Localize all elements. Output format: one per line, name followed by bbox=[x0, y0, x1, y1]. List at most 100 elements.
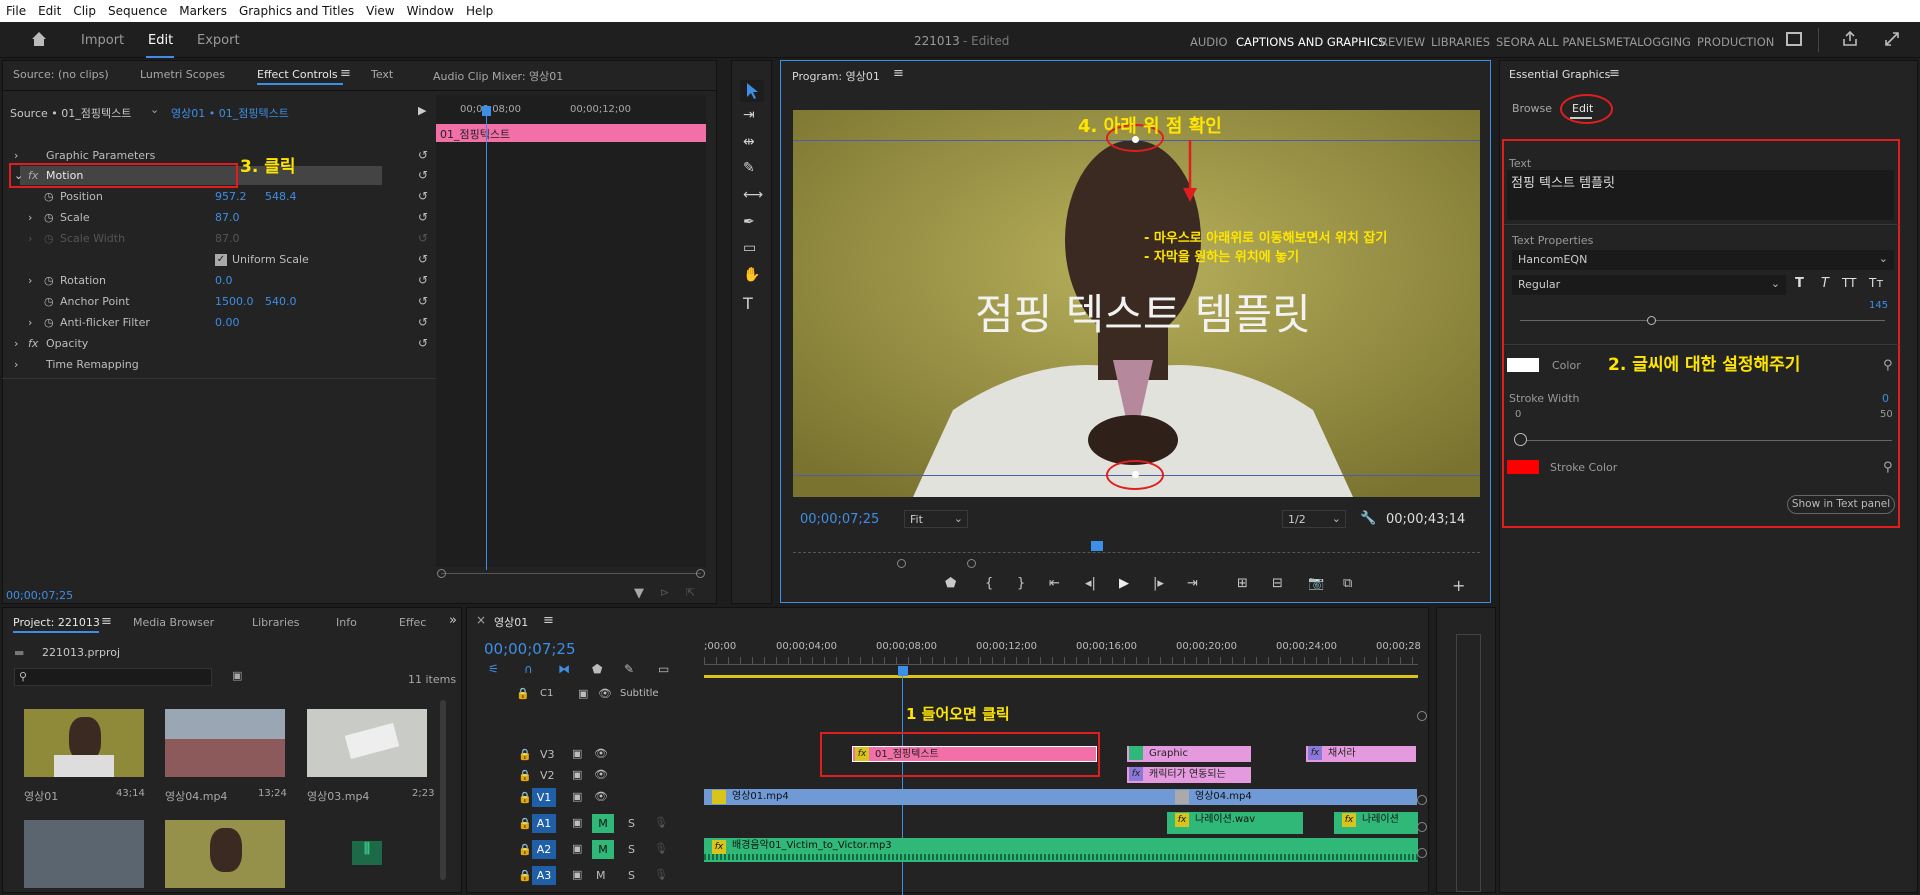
ws-audio[interactable]: AUDIO bbox=[1190, 35, 1228, 49]
allcaps-icon[interactable]: TT bbox=[1842, 276, 1856, 290]
zoom-handle[interactable] bbox=[696, 569, 705, 578]
lock-icon[interactable]: 🔒 bbox=[518, 817, 532, 830]
solo-button[interactable]: S bbox=[628, 817, 635, 830]
pen-icon[interactable]: ✒ bbox=[743, 214, 755, 230]
add-button-icon[interactable]: + bbox=[1452, 576, 1465, 595]
anchor-x[interactable]: 1500.0 bbox=[215, 295, 254, 308]
tab-browse[interactable]: Browse bbox=[1512, 102, 1552, 115]
slip-icon[interactable]: ⟷ bbox=[743, 187, 763, 203]
ec-zoom-bar[interactable] bbox=[441, 573, 701, 574]
reset-icon[interactable]: ↺ bbox=[418, 210, 428, 224]
project-search-input[interactable]: ⚲ bbox=[14, 668, 212, 686]
track-select-icon[interactable]: ⇥ bbox=[743, 107, 755, 123]
hand-icon[interactable]: ✋ bbox=[743, 267, 760, 283]
ws-seora[interactable]: SEORA bbox=[1496, 35, 1535, 49]
row-antiflicker[interactable]: › ◷ Anti-flicker Filter 0.00 ↺ bbox=[8, 313, 428, 333]
tab-media-browser[interactable]: Media Browser bbox=[133, 616, 214, 629]
program-time-ruler[interactable] bbox=[793, 552, 1480, 558]
menu-clip[interactable]: Clip bbox=[73, 4, 96, 18]
mute-button[interactable]: M bbox=[592, 814, 614, 833]
step-forward-icon[interactable]: |▸ bbox=[1153, 576, 1164, 591]
tab-edit[interactable]: Edit bbox=[148, 33, 173, 48]
clip-narration2[interactable]: fx 나레이션 bbox=[1334, 812, 1418, 834]
ec-playhead[interactable] bbox=[486, 106, 487, 570]
thumbnail[interactable] bbox=[165, 820, 285, 888]
reset-icon[interactable]: ↺ bbox=[418, 148, 428, 162]
reset-icon[interactable]: ↺ bbox=[418, 273, 428, 287]
menu-file[interactable]: File bbox=[6, 4, 26, 18]
stroke-width-slider[interactable] bbox=[1520, 440, 1892, 441]
fullscreen-icon[interactable] bbox=[1884, 31, 1900, 47]
lock-icon[interactable]: 🔒 bbox=[518, 748, 532, 761]
overlay-title-text[interactable]: 점핑 텍스트 템플릿 bbox=[975, 281, 1311, 342]
sync-lock-icon[interactable]: ▣ bbox=[578, 687, 588, 700]
lock-icon[interactable]: 🔒 bbox=[518, 769, 532, 782]
solo-button[interactable]: S bbox=[628, 843, 635, 856]
step-back-icon[interactable]: ◂| bbox=[1085, 576, 1096, 591]
lock-icon[interactable]: 🔒 bbox=[518, 791, 532, 804]
ec-playhead-handle[interactable] bbox=[482, 106, 491, 116]
row-rotation[interactable]: › ◷ Rotation 0.0 ↺ bbox=[8, 271, 428, 291]
reset-icon[interactable]: ↺ bbox=[418, 336, 428, 350]
menu-graphics[interactable]: Graphics and Titles bbox=[239, 4, 354, 18]
clip-video1[interactable]: 영상01.mp4 bbox=[704, 789, 1167, 805]
font-size-value[interactable]: 145 bbox=[1869, 300, 1888, 311]
export-icon[interactable]: ⇱ bbox=[686, 586, 695, 599]
captions-icon[interactable]: ▭ bbox=[658, 662, 669, 676]
a1-label[interactable]: A1 bbox=[532, 814, 556, 833]
sync-lock-icon[interactable]: ▣ bbox=[572, 790, 582, 803]
scale-value[interactable]: 87.0 bbox=[215, 211, 240, 224]
bold-icon[interactable]: T bbox=[1795, 276, 1804, 291]
vertical-zoom-handle[interactable] bbox=[1417, 711, 1427, 721]
stroke-color-swatch[interactable] bbox=[1507, 460, 1539, 474]
tab-export[interactable]: Export bbox=[197, 33, 240, 48]
tab-lumetri[interactable]: Lumetri Scopes bbox=[140, 68, 225, 81]
vertical-zoom-handle[interactable] bbox=[1417, 848, 1427, 858]
thumbnail[interactable] bbox=[307, 709, 427, 777]
share-icon[interactable] bbox=[1842, 31, 1858, 47]
position-y[interactable]: 548.4 bbox=[265, 190, 297, 203]
tab-audio-mixer[interactable]: Audio Clip Mixer: 영상01 bbox=[433, 68, 563, 84]
timeline-timecode[interactable]: 00;00;07;25 bbox=[484, 640, 576, 658]
menu-icon[interactable]: ≡ bbox=[543, 613, 554, 628]
menu-icon[interactable]: ≡ bbox=[101, 614, 112, 629]
lock-icon[interactable]: 🔒 bbox=[518, 843, 532, 856]
vertical-zoom-handle[interactable] bbox=[1417, 822, 1427, 832]
menu-markers[interactable]: Markers bbox=[179, 4, 227, 18]
clip-jump-text[interactable]: fx 01_점핑텍스트 bbox=[852, 746, 1097, 762]
overwrite-icon[interactable]: ⊟ bbox=[1272, 576, 1283, 591]
sync-lock-icon[interactable]: ▣ bbox=[572, 768, 582, 781]
type-tool-icon[interactable]: T bbox=[743, 294, 753, 313]
zoom-handle[interactable] bbox=[897, 559, 906, 568]
linked-selection-icon[interactable]: ⧓ bbox=[558, 662, 570, 676]
zoom-handle[interactable] bbox=[437, 569, 446, 578]
work-area-bar[interactable] bbox=[704, 675, 1418, 678]
eg-title[interactable]: Essential Graphics bbox=[1509, 68, 1610, 81]
row-anchor[interactable]: ◷ Anchor Point 1500.0 540.0 ↺ bbox=[8, 292, 428, 312]
menu-icon[interactable]: ≡ bbox=[893, 66, 904, 81]
thumbnail[interactable] bbox=[165, 709, 285, 777]
ws-allpanels[interactable]: ALL PANELS bbox=[1538, 35, 1606, 49]
ws-production[interactable]: PRODUCTION bbox=[1697, 35, 1774, 49]
ripple-edit-icon[interactable]: ⇹ bbox=[743, 134, 755, 150]
wrench-icon[interactable]: ✎ bbox=[624, 662, 634, 676]
menu-sequence[interactable]: Sequence bbox=[108, 4, 167, 18]
slider-handle[interactable] bbox=[1647, 316, 1656, 325]
razor-icon[interactable]: ✎ bbox=[743, 160, 755, 176]
a3-label[interactable]: A3 bbox=[532, 866, 556, 885]
reset-icon[interactable]: ↺ bbox=[418, 168, 428, 182]
workspaces-icon[interactable] bbox=[1786, 32, 1802, 46]
eye-icon[interactable]: 👁 bbox=[594, 747, 608, 760]
add-marker-icon[interactable]: ⬟ bbox=[592, 662, 602, 676]
row-position[interactable]: ◷ Position 957.2 548.4 ↺ bbox=[8, 187, 428, 207]
lock-icon[interactable]: 🔒 bbox=[518, 869, 532, 882]
v1-label[interactable]: V1 bbox=[532, 788, 556, 807]
ws-metalogging[interactable]: METALOGGING bbox=[1606, 35, 1691, 49]
thumbnail[interactable] bbox=[24, 820, 144, 888]
eyedropper-icon[interactable]: ⚲ bbox=[1883, 460, 1893, 475]
lock-icon[interactable]: 🔒 bbox=[516, 687, 530, 700]
marker-icon[interactable]: ⬟ bbox=[945, 576, 956, 591]
menu-view[interactable]: View bbox=[366, 4, 394, 18]
insert-icon[interactable]: ⊞ bbox=[1237, 576, 1248, 591]
mark-in-icon[interactable]: { bbox=[985, 576, 993, 591]
